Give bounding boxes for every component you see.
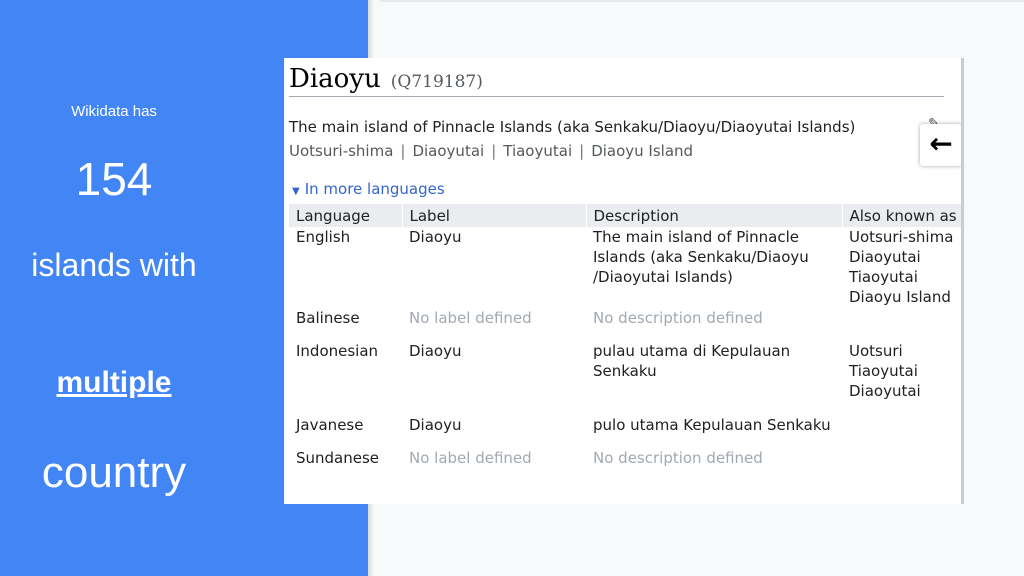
cell-description[interactable]: The main island of Pinnacle Islands (aka… [586, 227, 842, 308]
cell-language: Javanese [296, 416, 364, 434]
cell-language: Indonesian [296, 342, 379, 360]
table-row: Indonesian Diaoyu pulau utama di Kepulau… [289, 341, 964, 415]
header-also-known-as: Also known as [842, 204, 964, 227]
table-row: Balinese No label defined No description… [289, 308, 964, 341]
cell-label[interactable]: Diaoyu [402, 341, 586, 415]
country-text: country [41, 448, 187, 497]
cell-language: Sundanese [296, 449, 380, 467]
item-id: (Q719187) [390, 72, 483, 92]
alias: Diaoyu Island [591, 142, 694, 160]
table-header-row: Language Label Description Also known as [289, 204, 964, 227]
alias: Tiaoyutai [849, 362, 918, 380]
alias: Diaoyutai [412, 142, 485, 160]
cell-aliases[interactable] [842, 448, 964, 470]
cell-label[interactable]: No label defined [402, 448, 586, 470]
cell-label[interactable]: Diaoyu [402, 227, 586, 308]
cell-aliases[interactable]: Uotsuri Tiaoyutai Diaoyutai [842, 341, 964, 415]
table-row: Javanese Diaoyu pulo utama Kepulauan Sen… [289, 415, 964, 448]
table-row: Sundanese No label defined No descriptio… [289, 448, 964, 470]
in-more-languages-toggle[interactable]: ▼ In more languages [292, 180, 445, 198]
top-divider [380, 0, 1024, 2]
multiple-text: multiple [56, 366, 172, 399]
cell-aliases[interactable]: Uotsuri-shima Diaoyutai Tiaoyutai Diaoyu… [842, 227, 964, 308]
alias: Diaoyutai [849, 382, 921, 400]
alias: Uotsuri-shima [849, 228, 954, 246]
table-row: English Diaoyu The main island of Pinnac… [289, 227, 964, 308]
header-language: Language [289, 204, 403, 227]
alias: Diaoyu Island [849, 288, 951, 306]
alias: Tiaoyutai [503, 142, 573, 160]
islands-with-text: islands with [31, 247, 197, 283]
item-description: The main island of Pinnacle Islands (aka… [289, 118, 856, 136]
item-aliases: Uotsuri-shima | Diaoyutai | Tiaoyutai | Diaoyu… [289, 142, 693, 160]
wikidata-screenshot: Diaoyu (Q719187) The main island of Pinna… [284, 58, 964, 504]
alias-separator: | [579, 142, 585, 160]
cell-label[interactable]: Diaoyu [402, 415, 586, 448]
cell-label[interactable]: No label defined [402, 308, 586, 341]
languages-table: Language Label Description Also known as… [289, 204, 964, 470]
header-label: Label [402, 204, 587, 227]
cell-description[interactable]: No description defined [586, 448, 842, 470]
alias-separator: | [400, 142, 406, 160]
cell-aliases[interactable] [842, 415, 964, 448]
alias: Diaoyutai [849, 248, 921, 266]
island-count: 154 [75, 153, 153, 205]
triangle-down-icon: ▼ [292, 186, 300, 197]
alias: Uotsuri [849, 342, 903, 360]
cell-description[interactable]: No description defined [586, 308, 842, 341]
cell-description[interactable]: pulo utama Kepulauan Senkaku [586, 415, 842, 448]
cell-description[interactable]: pulau utama di Kepulauan Senkaku [586, 341, 842, 415]
alias: Uotsuri-shima [289, 142, 394, 160]
cell-language: Balinese [296, 309, 360, 327]
alias: Tiaoyutai [849, 268, 918, 286]
alias-separator: | [491, 142, 497, 160]
cell-aliases[interactable] [842, 308, 964, 341]
item-label: Diaoyu [289, 64, 381, 94]
screenshot-right-border [961, 58, 964, 504]
header-description: Description [586, 204, 843, 227]
arrow-left-icon[interactable]: ← [920, 124, 962, 166]
cell-language: English [296, 228, 351, 246]
item-title-row: Diaoyu (Q719187) [289, 64, 944, 97]
toggle-label: In more languages [304, 180, 445, 198]
intro-text: Wikidata has [71, 103, 157, 120]
